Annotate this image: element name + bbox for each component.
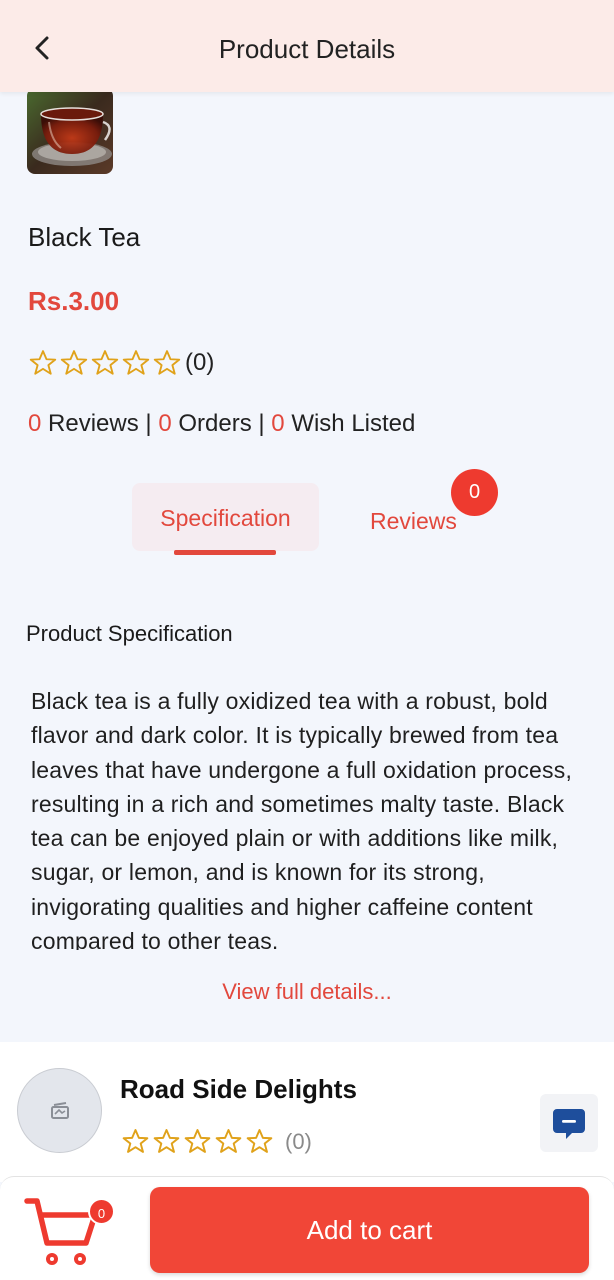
view-full-details-link[interactable]: View full details... — [0, 979, 614, 1005]
store-name[interactable]: Road Side Delights — [120, 1074, 357, 1105]
active-tab-indicator — [174, 550, 276, 555]
star-empty-icon — [215, 1129, 242, 1153]
tea-cup-image — [27, 88, 113, 174]
star-empty-icon — [122, 350, 150, 375]
page-title: Product Details — [218, 34, 396, 64]
chat-button[interactable] — [540, 1094, 598, 1152]
spec-title: Product Specification — [26, 621, 233, 646]
stats-separator: | — [145, 410, 152, 437]
star-empty-icon — [29, 350, 57, 375]
store-rating-count: (0) — [285, 1128, 312, 1154]
store-placeholder-icon — [51, 1102, 69, 1119]
bottom-bar: 0 Add to cart — [0, 1176, 614, 1280]
star-empty-icon — [184, 1129, 211, 1153]
store-card[interactable]: Road Side Delights (0) — [0, 1042, 614, 1182]
tab-reviews-label: Reviews — [370, 508, 457, 534]
spec-description: Black tea is a fully oxidized tea with a… — [31, 688, 573, 950]
store-rating: (0) — [121, 1127, 312, 1156]
product-name: Black Tea — [28, 222, 141, 252]
reviews-badge: 0 — [451, 469, 498, 516]
star-empty-icon — [60, 350, 88, 375]
reviews-label: Reviews — [48, 410, 139, 437]
cart-count-badge: 0 — [88, 1198, 115, 1225]
star-empty-icon — [153, 1129, 180, 1153]
tab-specification[interactable]: Specification — [132, 483, 319, 551]
rating-count: (0) — [185, 349, 215, 376]
stats-separator: | — [258, 410, 265, 437]
app-header: Product Details — [0, 0, 614, 92]
wish-count: 0 — [271, 410, 285, 437]
star-empty-icon — [122, 1129, 149, 1153]
add-to-cart-button[interactable]: Add to cart — [150, 1187, 589, 1273]
store-avatar[interactable] — [17, 1068, 102, 1153]
orders-label: Orders — [178, 410, 252, 437]
star-empty-icon — [153, 350, 181, 375]
product-price: Rs.3.00 — [28, 286, 120, 316]
reviews-count: 0 — [28, 410, 42, 437]
star-empty-icon — [246, 1129, 273, 1153]
chat-icon — [553, 1109, 585, 1139]
star-empty-icon — [91, 350, 119, 375]
wish-label: Wish Listed — [291, 410, 416, 437]
orders-count: 0 — [158, 410, 172, 437]
product-rating[interactable]: (0) — [28, 348, 214, 378]
tab-specification-label: Specification — [160, 505, 291, 531]
product-image[interactable] — [27, 88, 113, 174]
product-stats: 0 Reviews | 0 Orders | 0 Wish Listed — [28, 410, 415, 438]
